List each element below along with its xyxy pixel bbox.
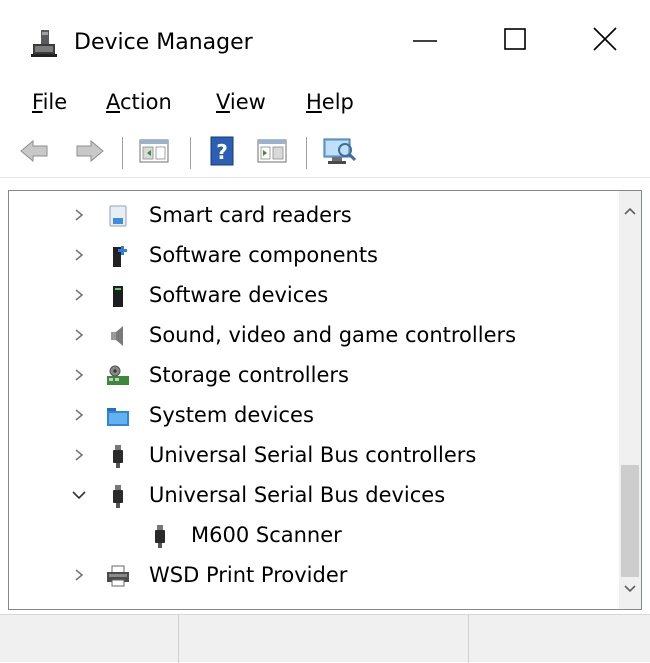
- properties-pane-button[interactable]: [138, 135, 170, 167]
- chevron-right-icon[interactable]: [71, 247, 87, 263]
- scan-hardware-button[interactable]: [322, 135, 357, 167]
- tree-item-label: M600 Scanner: [191, 523, 342, 547]
- chevron-right-icon[interactable]: [71, 207, 87, 223]
- svg-text:?: ?: [216, 140, 228, 164]
- action-pane-button[interactable]: [256, 135, 288, 167]
- tree-item-label: WSD Print Provider: [149, 563, 348, 587]
- chevron-down-icon[interactable]: [71, 487, 87, 503]
- tree-item-label: Smart card readers: [149, 203, 352, 227]
- back-button[interactable]: [18, 135, 50, 167]
- chevron-down-icon: [624, 585, 636, 593]
- tree-item-storage-controllers[interactable]: Storage controllers: [9, 355, 619, 395]
- maximize-icon: [504, 28, 526, 50]
- toolbar: ?: [0, 128, 650, 178]
- close-button[interactable]: [560, 0, 650, 78]
- scroll-up-button[interactable]: [619, 201, 641, 229]
- tree-item-label: Universal Serial Bus controllers: [149, 443, 477, 467]
- minimize-button[interactable]: [380, 0, 470, 78]
- menu-view-label: iew: [229, 90, 266, 114]
- scan-hardware-icon: [323, 138, 357, 164]
- tree-item-sound-video-game-controllers[interactable]: Sound, video and game controllers: [9, 315, 619, 355]
- action-pane-icon: [257, 139, 287, 163]
- software-device-icon: [113, 286, 123, 307]
- tree-item-usb-devices[interactable]: Universal Serial Bus devices: [9, 475, 619, 515]
- help-icon: ?: [210, 136, 234, 166]
- menu-help-accel: H: [306, 90, 322, 114]
- close-icon: [593, 27, 617, 51]
- chevron-right-icon[interactable]: [71, 367, 87, 383]
- status-bar: [0, 614, 650, 663]
- chevron-right-icon[interactable]: [71, 567, 87, 583]
- tree-item-label: Software components: [149, 243, 378, 267]
- tree-item-software-components[interactable]: Software components: [9, 235, 619, 275]
- window-title: Device Manager: [74, 30, 253, 55]
- menu-help[interactable]: Help: [306, 86, 354, 118]
- tree-item-label: Storage controllers: [149, 363, 349, 387]
- status-panel: [178, 615, 469, 663]
- toolbar-separator: [122, 137, 123, 169]
- device-manager-window: Device Manager File Action View Help ? S…: [0, 0, 650, 663]
- menu-action[interactable]: Action: [106, 86, 172, 118]
- tree-item-smart-card-readers[interactable]: Smart card readers: [9, 195, 619, 235]
- chevron-right-icon[interactable]: [71, 287, 87, 303]
- scroll-thumb[interactable]: [621, 465, 639, 577]
- usb-icon: [113, 445, 123, 468]
- menu-action-accel: A: [106, 90, 120, 114]
- menu-file-label: ile: [42, 90, 68, 114]
- tree-item-system-devices[interactable]: System devices: [9, 395, 619, 435]
- device-manager-app-icon: [30, 28, 58, 58]
- system-folder-icon: [107, 408, 129, 426]
- menu-view[interactable]: View: [216, 86, 266, 118]
- usb-icon: [155, 525, 165, 548]
- printer-icon: [107, 565, 129, 587]
- tree-item-software-devices[interactable]: Software devices: [9, 275, 619, 315]
- chevron-right-icon[interactable]: [71, 327, 87, 343]
- smart-card-reader-icon: [109, 205, 127, 227]
- forward-button[interactable]: [74, 135, 106, 167]
- title-bar[interactable]: Device Manager: [0, 0, 650, 78]
- help-button[interactable]: ?: [206, 135, 238, 167]
- menu-view-accel: V: [216, 90, 230, 114]
- menu-bar: File Action View Help: [0, 82, 650, 122]
- back-icon: [20, 139, 48, 163]
- tree-item-usb-controllers[interactable]: Universal Serial Bus controllers: [9, 435, 619, 475]
- chevron-right-icon[interactable]: [71, 407, 87, 423]
- tree-item-label: Software devices: [149, 283, 329, 307]
- menu-file-accel: F: [32, 90, 43, 114]
- tree-item-label: Sound, video and game controllers: [149, 323, 517, 347]
- tree-item-label: Universal Serial Bus devices: [149, 483, 446, 507]
- properties-pane-icon: [139, 139, 169, 163]
- toolbar-separator: [190, 137, 191, 169]
- toolbar-separator: [306, 137, 307, 169]
- storage-controller-icon: [107, 365, 129, 385]
- minimize-icon: [413, 40, 437, 42]
- software-component-icon: [113, 246, 127, 267]
- tree-item-label: System devices: [149, 403, 314, 427]
- vertical-scrollbar[interactable]: [619, 191, 641, 609]
- speaker-icon: [111, 326, 123, 346]
- chevron-right-icon[interactable]: [71, 447, 87, 463]
- tree-item-m600-scanner[interactable]: M600 Scanner: [9, 515, 619, 555]
- menu-file[interactable]: File: [32, 86, 67, 118]
- status-panel: [468, 615, 650, 663]
- device-tree[interactable]: Smart card readers Software components S…: [8, 190, 642, 610]
- chevron-up-icon: [624, 207, 636, 215]
- menu-action-label: ction: [120, 90, 172, 114]
- forward-icon: [76, 139, 104, 163]
- usb-icon: [113, 485, 123, 508]
- tree-item-wsd-print-provider[interactable]: WSD Print Provider: [9, 555, 619, 595]
- menu-help-label: elp: [321, 90, 354, 114]
- maximize-button[interactable]: [470, 0, 560, 78]
- scroll-down-button[interactable]: [619, 579, 641, 607]
